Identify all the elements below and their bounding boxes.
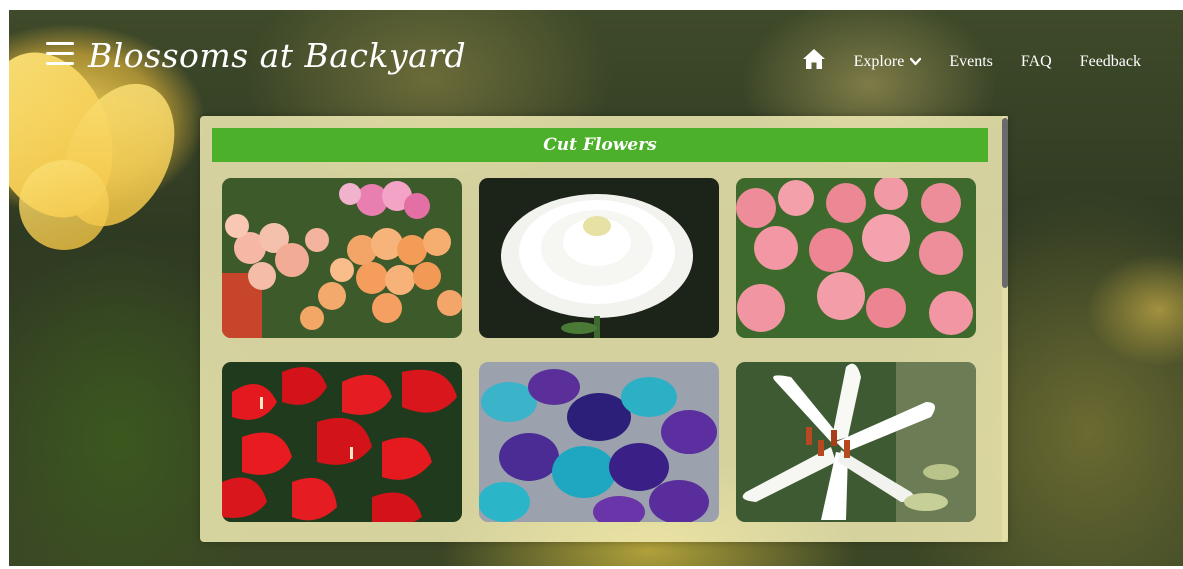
panel-scrollbar[interactable] <box>1002 116 1008 542</box>
lily-graphic <box>736 362 976 522</box>
hamburger-menu-icon[interactable] <box>46 42 74 70</box>
scrollbar-thumb[interactable] <box>1002 118 1008 288</box>
lily-image[interactable] <box>736 362 976 522</box>
top-navigation: Blossoms at Backyard Explore Events FAQ … <box>0 0 1183 100</box>
site-title: Blossoms at Backyard <box>88 36 467 75</box>
orchids-image[interactable] <box>479 362 719 522</box>
section-title: Cut Flowers <box>212 128 988 162</box>
chrysanthemum-graphic <box>479 178 719 338</box>
roses-graphic <box>222 178 462 338</box>
main-nav: Explore Events FAQ Feedback <box>802 48 1141 75</box>
nav-explore[interactable]: Explore <box>854 53 922 71</box>
nav-home[interactable] <box>802 48 826 75</box>
cut-flowers-panel: Cut Flowers <box>200 116 1008 542</box>
anthuriums-graphic <box>222 362 462 522</box>
home-icon <box>802 49 825 69</box>
nav-faq[interactable]: FAQ <box>1021 53 1052 71</box>
flower-gallery <box>222 178 980 524</box>
nav-events[interactable]: Events <box>949 53 993 71</box>
carnations-graphic <box>736 178 976 338</box>
anthuriums-image[interactable] <box>222 362 462 522</box>
chevron-down-icon <box>910 57 922 66</box>
orchids-graphic <box>479 362 719 522</box>
chrysanthemum-image[interactable] <box>479 178 719 338</box>
nav-feedback[interactable]: Feedback <box>1080 53 1141 71</box>
nav-explore-label: Explore <box>853 52 905 70</box>
roses-image[interactable] <box>222 178 462 338</box>
carnations-image[interactable] <box>736 178 976 338</box>
